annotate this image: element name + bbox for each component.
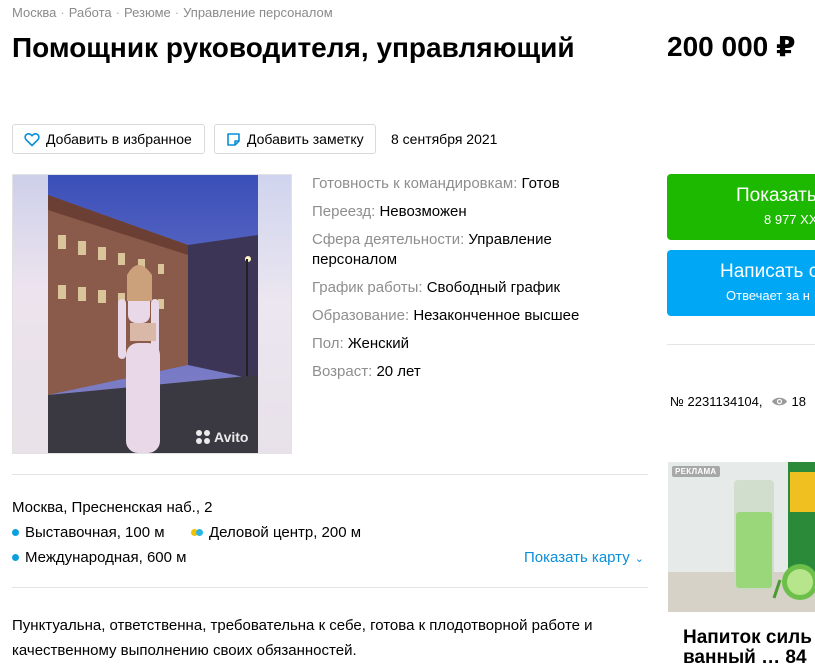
page-title: Помощник руководителя, управляющий — [12, 32, 575, 63]
breadcrumb-separator: · — [60, 5, 65, 20]
phone-preview: 8 977 XX — [764, 212, 815, 227]
param-key: Возраст: — [312, 363, 373, 380]
heart-icon — [24, 132, 40, 146]
publication-date: 8 сентября 2021 — [391, 131, 498, 147]
metro-station: Международная, 600 м — [12, 549, 186, 566]
avito-watermark: Avito — [196, 429, 248, 445]
photo-blur-left — [13, 175, 48, 453]
response-time: Отвечает за н — [726, 288, 810, 303]
address: Москва, Пресненская наб., 2 — [12, 499, 213, 516]
param-education: Образование: Незаконченное высшее — [312, 306, 612, 326]
add-note-button[interactable]: Добавить заметку — [214, 124, 376, 154]
price: 200 000 ₽ — [667, 31, 796, 62]
breadcrumb-item-city[interactable]: Москва — [12, 5, 56, 20]
param-gender: Пол: Женский — [312, 334, 612, 354]
param-value: Свободный график — [426, 279, 561, 296]
metro-line-icon — [12, 529, 19, 536]
resume-photo[interactable]: Avito — [12, 174, 292, 454]
views-count: 18 — [791, 394, 806, 409]
param-key: График работы: — [312, 279, 423, 296]
metro-line-icon — [191, 529, 203, 536]
show-map-label: Показать карту — [524, 549, 630, 566]
item-number: № 2231134104, — [670, 394, 763, 409]
param-schedule: График работы: Свободный график — [312, 278, 612, 298]
breadcrumb-separator: · — [115, 5, 120, 20]
param-value: Незаконченное высшее — [413, 307, 580, 324]
photo-blur-right — [257, 175, 291, 453]
watermark-text: Avito — [214, 429, 249, 445]
resume-params: Готовность к командировкам: Готов Переез… — [312, 174, 612, 390]
eye-icon — [771, 397, 787, 406]
chevron-down-icon: ⌄ — [634, 553, 644, 565]
metro-line-icon — [12, 554, 19, 561]
show-map-link[interactable]: Показать карту ⌄ — [524, 549, 644, 566]
add-to-favorites-button[interactable]: Добавить в избранное — [12, 124, 205, 154]
item-meta: № 2231134104, 18 — [670, 394, 806, 409]
param-value: Невозможен — [379, 203, 467, 220]
metro-station-name: Международная, 600 м — [25, 549, 187, 566]
param-age: Возраст: 20 лет — [312, 362, 612, 382]
ad-label: РЕКЛАМА — [672, 466, 720, 477]
show-phone-label: Показать — [736, 185, 815, 206]
section-divider — [12, 474, 648, 475]
param-value: Готов — [521, 175, 560, 192]
param-key: Образование: — [312, 307, 410, 324]
note-icon — [227, 132, 240, 146]
breadcrumb: Москва · Работа · Резюме · Управление персонал… — [12, 5, 333, 20]
param-key: Пол: — [312, 335, 344, 352]
param-key: Сфера деятельности: — [312, 231, 465, 248]
ad-card[interactable]: РЕКЛАМА Напиток силь ванный … 84 — [668, 462, 815, 668]
param-key: Готовность к командировкам: — [312, 175, 518, 192]
description: Пунктуальна, ответственна, требовательна… — [12, 617, 593, 659]
ad-title-line-1: Напиток силь — [683, 627, 812, 648]
ad-title-line-2: ванный … 84 — [683, 647, 807, 668]
param-relocation: Переезд: Невозможен — [312, 202, 612, 222]
param-key: Переезд: — [312, 203, 376, 220]
photo-image — [48, 175, 258, 453]
write-message-label: Написать с — [720, 261, 815, 282]
add-to-favorites-label: Добавить в избранное — [46, 131, 192, 147]
write-message-button[interactable]: Написать с Отвечает за н — [667, 250, 815, 316]
param-business-trips: Готовность к командировкам: Готов — [312, 174, 612, 194]
breadcrumb-separator: · — [174, 5, 180, 20]
metro-station: Деловой центр, 200 м — [191, 524, 361, 541]
section-divider — [667, 344, 815, 345]
section-divider — [12, 587, 648, 588]
breadcrumb-item-job[interactable]: Работа — [69, 5, 112, 20]
metro-station-name: Выставочная, 100 м — [25, 524, 165, 541]
ad-photo — [668, 462, 815, 612]
add-note-label: Добавить заметку — [247, 131, 364, 147]
param-field: Сфера деятельности: Управление персонало… — [312, 230, 612, 270]
metro-station-name: Деловой центр, 200 м — [209, 524, 362, 541]
param-value: Женский — [347, 335, 410, 352]
metro-station: Выставочная, 100 м — [12, 524, 165, 541]
breadcrumb-item-category[interactable]: Управление персоналом — [183, 5, 333, 20]
show-phone-button[interactable]: Показать 8 977 XX — [667, 174, 815, 240]
param-value: 20 лет — [376, 363, 421, 380]
ad-image: РЕКЛАМА — [668, 462, 815, 612]
breadcrumb-item-resume[interactable]: Резюме — [124, 5, 171, 20]
ad-title[interactable]: Напиток силь ванный … 84 — [683, 628, 815, 668]
avito-logo-icon — [196, 430, 210, 444]
